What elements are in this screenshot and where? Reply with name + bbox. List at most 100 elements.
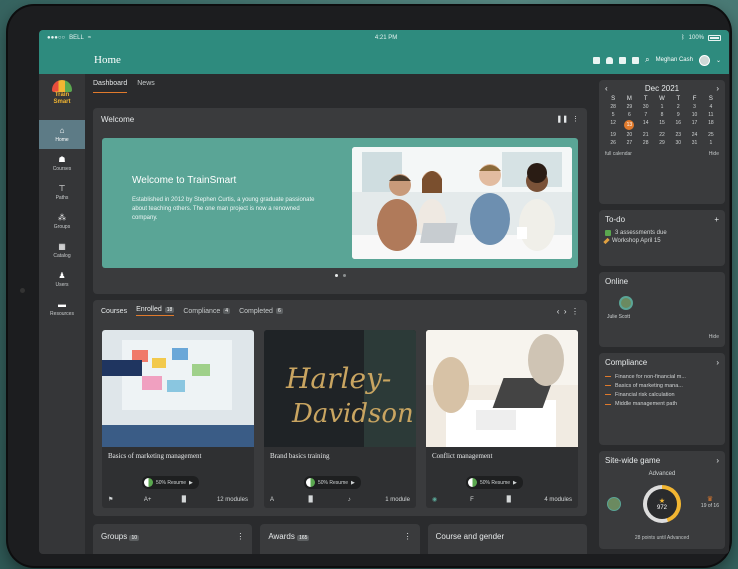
tab-dashboard[interactable]: Dashboard bbox=[93, 80, 128, 93]
avatar[interactable] bbox=[698, 54, 710, 66]
pause-icon[interactable]: ❚❚ ⋮ bbox=[556, 115, 579, 123]
compliance-item[interactable]: Basics of marketing mana... bbox=[599, 381, 725, 390]
calendar-day[interactable]: 27 bbox=[621, 140, 637, 146]
screen: ●●●○○ BELL ≈ 4:21 PM ᛒ 100% Home ⌕ Meghan C… bbox=[39, 30, 729, 554]
calendar-day[interactable]: 18 bbox=[703, 120, 719, 130]
calendar-day[interactable]: 12 bbox=[605, 120, 621, 130]
resume-button[interactable]: 50% Resume ▶ bbox=[142, 476, 199, 489]
chevron-down-icon[interactable]: ⌄ bbox=[716, 57, 721, 64]
sidebar-item-courses[interactable]: ☗ Courses bbox=[39, 149, 85, 178]
calendar-day[interactable]: 14 bbox=[638, 120, 654, 130]
calendar-day[interactable]: 16 bbox=[670, 120, 686, 130]
calendar-day[interactable]: 17 bbox=[686, 120, 702, 130]
calendar-day[interactable]: 9 bbox=[670, 112, 686, 118]
sidebar-item-groups[interactable]: ⁂ Groups bbox=[39, 207, 85, 236]
game-widget: Site-wide game › Advanced ★ 972 ♛ 19 of 16 … bbox=[599, 451, 725, 549]
users-icon: ♟ bbox=[58, 270, 66, 280]
sidebar-item-label: Courses bbox=[52, 165, 72, 172]
calendar-widget: ‹ Dec 2021 › S M T W T F S 28 29 30 1 2 3 4 5 6 7 8 9 10 11 12 1… bbox=[599, 80, 725, 204]
sidebar-item-label: Groups bbox=[53, 223, 71, 230]
calendar-day[interactable]: 7 bbox=[638, 112, 654, 118]
search-icon[interactable]: ⌕ bbox=[645, 55, 649, 65]
course-card[interactable]: Conflict management 50% Resume ▶ ◉ F ▉ 4 mod… bbox=[426, 330, 578, 508]
calendar-day[interactable]: 10 bbox=[686, 112, 702, 118]
calendar-day[interactable]: 28 bbox=[638, 140, 654, 146]
avatar[interactable] bbox=[619, 296, 633, 310]
modules-count: 12 modules bbox=[216, 496, 248, 503]
tab-completed[interactable]: Completed 6 bbox=[239, 308, 283, 315]
sidebar-item-catalog[interactable]: ▦ Catalog bbox=[39, 236, 85, 265]
chevron-right-icon[interactable]: › bbox=[716, 358, 719, 367]
gender-card[interactable]: Course and gender bbox=[427, 524, 587, 554]
calendar-day[interactable]: 19 bbox=[605, 132, 621, 138]
groups-card[interactable]: Groups 10 ⋮ bbox=[93, 524, 253, 554]
courses-icon: ☗ bbox=[58, 154, 66, 164]
online-user: Julie Scott bbox=[607, 314, 631, 320]
book-icon[interactable] bbox=[632, 56, 640, 64]
count-badge: 6 bbox=[275, 308, 283, 314]
calendar-day[interactable]: 22 bbox=[654, 132, 670, 138]
resume-button[interactable]: 50% Resume ▶ bbox=[304, 476, 361, 489]
hide-link[interactable]: Hide bbox=[709, 151, 719, 157]
todo-item[interactable]: 3 assessments due bbox=[599, 229, 725, 237]
next-month-icon[interactable]: › bbox=[716, 84, 719, 93]
compliance-item[interactable]: Middle management path bbox=[599, 400, 725, 409]
pager-icons[interactable]: ‹ › ⋮ bbox=[557, 307, 579, 316]
calendar-day[interactable]: 1 bbox=[654, 104, 670, 110]
sidebar: Train Smart ⌂ Home ☗ Courses ⊤ Paths ⁂ Group… bbox=[39, 74, 85, 554]
carousel-dots[interactable] bbox=[93, 274, 587, 277]
sidebar-item-paths[interactable]: ⊤ Paths bbox=[39, 178, 85, 207]
modules-count: 4 modules bbox=[544, 496, 572, 503]
count-badge: 4 bbox=[223, 308, 231, 314]
calendar-day[interactable]: 4 bbox=[703, 104, 719, 110]
compliance-item[interactable]: Financial risk calculation bbox=[599, 390, 725, 399]
calendar-day[interactable]: 26 bbox=[605, 140, 621, 146]
weekday-label: W bbox=[659, 96, 665, 102]
calendar-grid[interactable]: S M T W T F S 28 29 30 1 2 3 4 5 6 7 8 9 10 11 12 13 14 15 16 17 18… bbox=[605, 96, 719, 146]
online-title: Online bbox=[605, 277, 629, 286]
calendar-day[interactable]: 5 bbox=[605, 112, 621, 118]
bell-icon[interactable] bbox=[606, 56, 614, 64]
full-calendar-link[interactable]: full calendar bbox=[605, 151, 632, 157]
calendar-icon[interactable] bbox=[619, 56, 627, 64]
add-icon[interactable]: + bbox=[714, 215, 719, 224]
awards-card[interactable]: Awards 165 ⋮ bbox=[260, 524, 420, 554]
calendar-day[interactable]: 6 bbox=[621, 112, 637, 118]
chevron-right-icon[interactable]: › bbox=[716, 456, 719, 465]
course-card[interactable]: Harley- Davidson Brand basics training 50… bbox=[264, 330, 416, 508]
calendar-day[interactable]: 21 bbox=[638, 132, 654, 138]
calendar-day[interactable]: 23 bbox=[670, 132, 686, 138]
resume-button[interactable]: 50% Resume ▶ bbox=[466, 476, 523, 489]
calendar-day[interactable]: 30 bbox=[638, 104, 654, 110]
compliance-item[interactable]: Finance for non-financial m... bbox=[599, 372, 725, 381]
weekday-label: M bbox=[626, 96, 632, 102]
sidebar-item-home[interactable]: ⌂ Home bbox=[39, 120, 85, 149]
tab-compliance[interactable]: Compliance 4 bbox=[183, 308, 231, 315]
sidebar-item-resources[interactable]: ▬ Resources bbox=[39, 294, 85, 323]
calendar-day[interactable]: 8 bbox=[654, 112, 670, 118]
calendar-day[interactable]: 29 bbox=[654, 140, 670, 146]
sidebar-item-users[interactable]: ♟ Users bbox=[39, 265, 85, 294]
course-card[interactable]: Basics of marketing management 50% Resum… bbox=[102, 330, 254, 508]
calendar-day[interactable]: 3 bbox=[686, 104, 702, 110]
calendar-day[interactable]: 11 bbox=[703, 112, 719, 118]
prev-month-icon[interactable]: ‹ bbox=[605, 84, 608, 93]
calendar-day[interactable]: 1 bbox=[703, 140, 719, 146]
calendar-day[interactable]: 13 bbox=[624, 120, 635, 130]
calendar-day[interactable]: 24 bbox=[686, 132, 702, 138]
mail-icon[interactable] bbox=[593, 56, 601, 64]
calendar-day[interactable]: 28 bbox=[605, 104, 621, 110]
calendar-day[interactable]: 15 bbox=[654, 120, 670, 130]
todo-item[interactable]: Workshop April 15 bbox=[599, 237, 725, 245]
modules-count: 1 module bbox=[385, 496, 410, 503]
tab-news[interactable]: News bbox=[137, 80, 155, 92]
calendar-day[interactable]: 2 bbox=[670, 104, 686, 110]
calendar-day[interactable]: 30 bbox=[670, 140, 686, 146]
calendar-day[interactable]: 25 bbox=[703, 132, 719, 138]
user-name[interactable]: Meghan Cash bbox=[656, 57, 693, 63]
calendar-day[interactable]: 20 bbox=[621, 132, 637, 138]
calendar-day[interactable]: 29 bbox=[621, 104, 637, 110]
tab-enrolled[interactable]: Enrolled 18 bbox=[136, 306, 175, 316]
calendar-day[interactable]: 31 bbox=[686, 140, 702, 146]
hide-link[interactable]: Hide bbox=[709, 334, 719, 340]
